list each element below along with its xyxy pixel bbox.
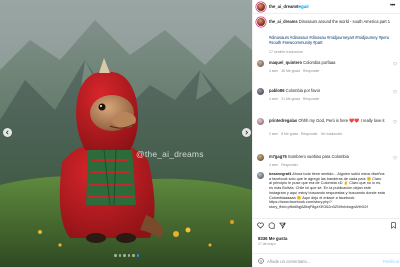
- comment-likes[interactable]: 21 Me gusta: [281, 97, 300, 101]
- comment-text: m7gag75 Sombrero vueltiao para Colombia: [269, 154, 385, 159]
- see-translation-link[interactable]: Ver traducción: [280, 50, 303, 54]
- chevron-left-icon: [5, 130, 9, 135]
- reply-button[interactable]: Responder: [303, 69, 320, 73]
- comment-meta: 2 sem 8 Me gusta Responder Ver traducción: [269, 132, 345, 136]
- publish-button[interactable]: Publicar: [383, 259, 400, 264]
- commenter-avatar[interactable]: [257, 60, 264, 67]
- comment-text: maquel_quintero Colombia porfaaa: [269, 60, 385, 65]
- caption-avatar[interactable]: [257, 18, 265, 26]
- share-icon[interactable]: [279, 222, 286, 229]
- bookmark-icon[interactable]: [390, 222, 397, 229]
- like-comment-icon[interactable]: [393, 90, 397, 94]
- comment-likes[interactable]: 36 Me gusta: [281, 69, 300, 73]
- separator-dot: •: [293, 4, 295, 9]
- commenter-username[interactable]: m7gag75: [269, 154, 287, 159]
- comment-likes[interactable]: 8 Me gusta: [281, 132, 298, 136]
- commenter-avatar[interactable]: [257, 88, 264, 95]
- author-avatar[interactable]: [257, 3, 265, 11]
- caption-body: Dinosaurs around the world - south Ameri…: [298, 19, 391, 24]
- commenter-username[interactable]: besanegraf4: [269, 172, 291, 176]
- comment-item: besanegraf4 Ahora todo tiene sentido... …: [253, 172, 400, 216]
- comment-text: pablo86 Colombia por favor: [269, 88, 385, 93]
- comment-icon[interactable]: [268, 222, 275, 229]
- comment-meta: 4 sem Responder: [269, 163, 301, 167]
- comment-time: 4 sem: [269, 97, 279, 101]
- add-comment-row: Publicar: [253, 253, 400, 267]
- add-comment-input[interactable]: [267, 258, 377, 265]
- comment-body: Ahora todo tiene sentido... Alguien subi…: [269, 172, 385, 209]
- post-actions: [257, 222, 397, 230]
- caption-hashtags[interactable]: #dinosaurs #dinosaur #dinosau #midjourne…: [269, 35, 393, 45]
- chevron-right-icon: [245, 130, 249, 135]
- comment-body: Colombia porfaaa: [303, 60, 336, 65]
- more-options-icon[interactable]: •••: [390, 3, 395, 9]
- comment-body: Colombia por favor: [285, 88, 321, 93]
- commenter-avatar[interactable]: [257, 118, 264, 125]
- like-comment-icon[interactable]: [393, 156, 397, 160]
- commenter-avatar[interactable]: [257, 172, 264, 179]
- comment-body: Ohhh my God, Perú is here ❤️❤️ I really …: [298, 118, 385, 123]
- like-comment-icon[interactable]: [393, 62, 397, 66]
- commenter-username[interactable]: pablo86: [269, 88, 284, 93]
- carousel-dot: [114, 254, 117, 257]
- comment-body: Sombrero vueltiao para Colombia: [287, 154, 349, 159]
- carousel-dot: [127, 254, 130, 257]
- comment-time: 4 sem: [269, 69, 279, 73]
- caption-username[interactable]: the_ai_dreams: [269, 19, 298, 24]
- instagram-post-view: @the_ai_dreams the_ai_dreams • Seguir ••…: [0, 0, 400, 267]
- comment-meta: 4 sem 36 Me gusta Responder: [269, 69, 323, 73]
- likes-count[interactable]: 8336 Me gusta: [258, 236, 287, 241]
- carousel-dot-active: [136, 254, 139, 257]
- comment-text: printedregalas Ohhh my God, Perú is here…: [269, 118, 385, 123]
- follow-button[interactable]: Seguir: [296, 4, 309, 9]
- comment-time: 2 sem: [269, 132, 279, 136]
- comment-text: besanegraf4 Ahora todo tiene sentido... …: [269, 172, 385, 210]
- post-image[interactable]: @the_ai_dreams: [0, 0, 252, 267]
- post-footer: 8336 Me gusta 17 de mayo Publicar: [253, 218, 400, 267]
- post-side-panel: the_ai_dreams • Seguir ••• the_ai_dreams…: [252, 0, 400, 267]
- comment-time: 4 sem: [269, 163, 279, 167]
- heart-icon[interactable]: [257, 222, 264, 229]
- comment-meta: 4 sem 21 Me gusta Responder: [269, 97, 323, 101]
- caption-text: the_ai_dreams Dinosaurs around the world…: [269, 19, 395, 24]
- commenter-username[interactable]: printedregalas: [269, 118, 297, 123]
- carousel-dot: [132, 254, 135, 257]
- reply-button[interactable]: Responder: [301, 132, 318, 136]
- commenter-avatar[interactable]: [257, 154, 264, 161]
- reply-button[interactable]: Responder: [281, 163, 298, 167]
- dinosaur-illustration: [0, 0, 252, 267]
- carousel-indicator: [114, 254, 139, 257]
- smile-icon[interactable]: [258, 258, 264, 264]
- see-translation-link[interactable]: Ver traducción: [321, 132, 343, 136]
- carousel-dot: [118, 254, 121, 257]
- post-header: the_ai_dreams • Seguir •••: [253, 0, 400, 14]
- commenter-username[interactable]: maquel_quintero: [269, 60, 302, 65]
- next-slide-button[interactable]: [242, 128, 251, 137]
- previous-slide-button[interactable]: [3, 128, 12, 137]
- like-comment-icon[interactable]: [393, 120, 397, 124]
- carousel-dot: [123, 254, 126, 257]
- reply-button[interactable]: Responder: [303, 97, 320, 101]
- watermark-text: @the_ai_dreams: [136, 149, 204, 159]
- post-date: 17 de mayo: [258, 242, 276, 246]
